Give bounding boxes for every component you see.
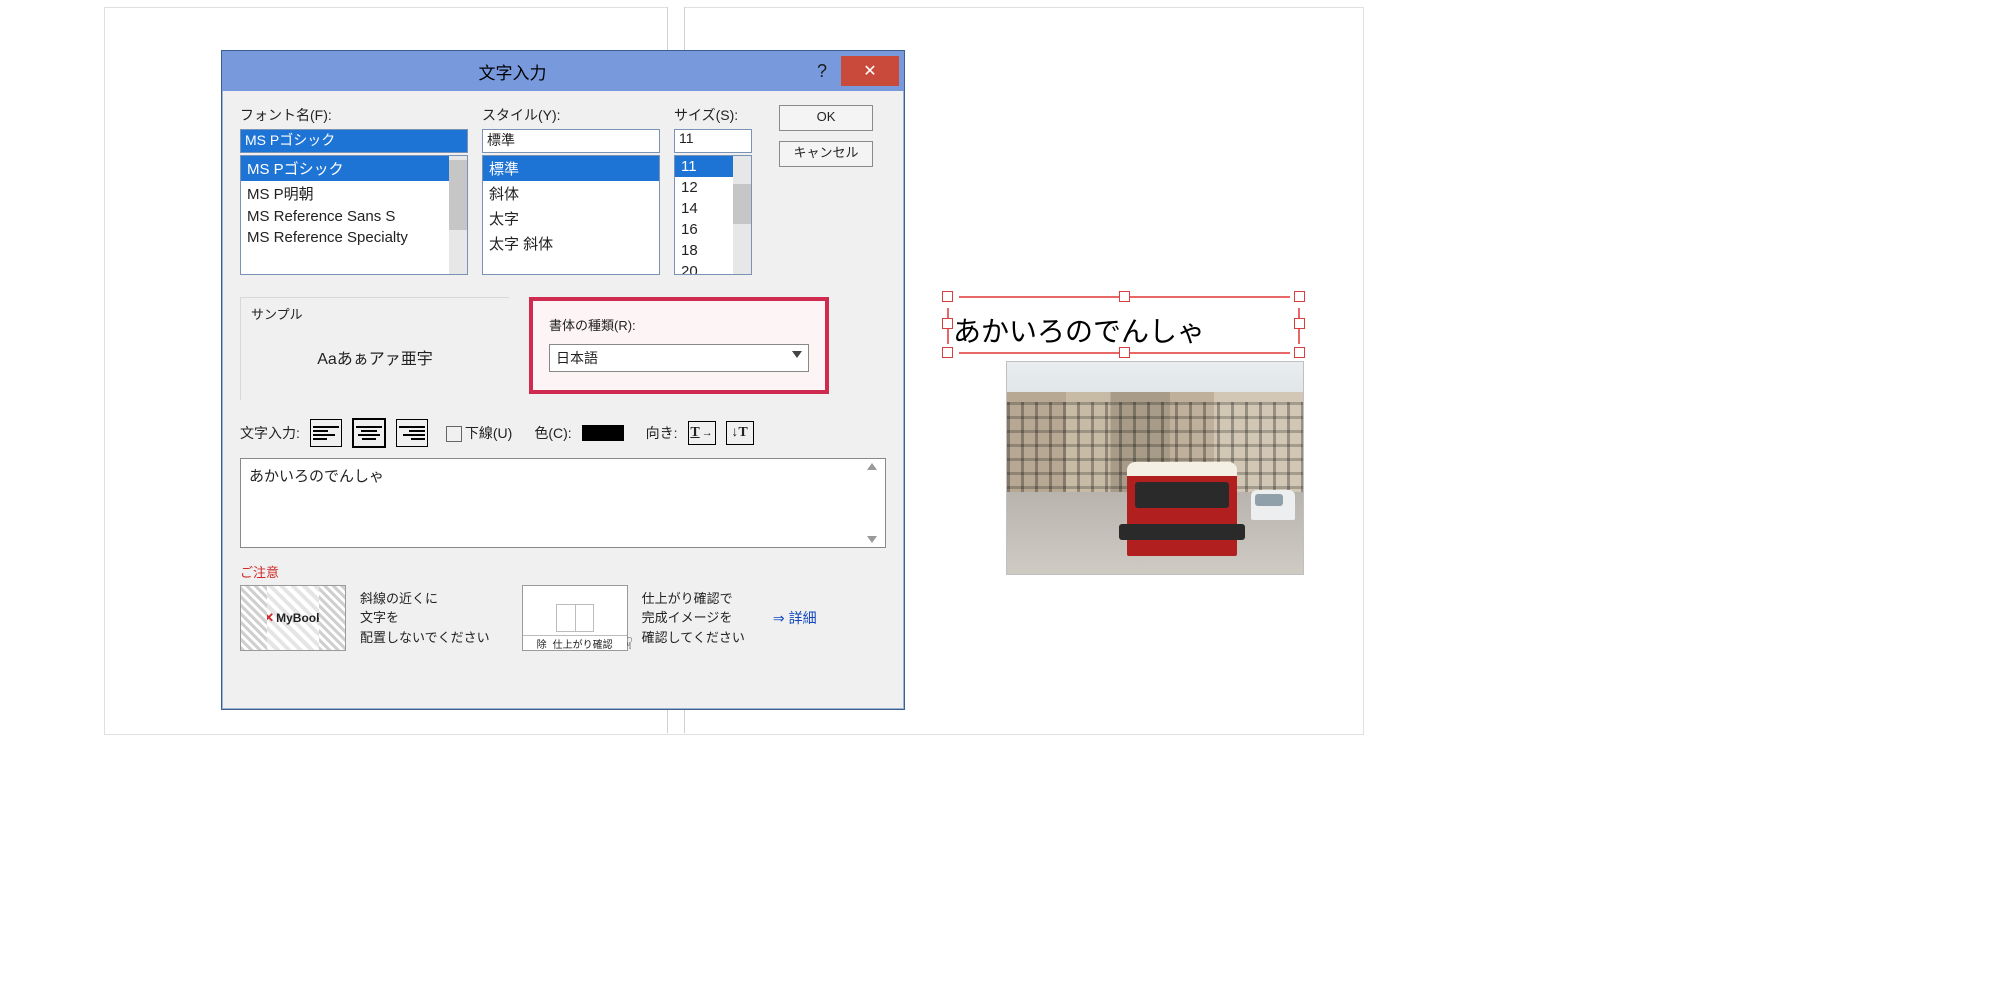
list-item[interactable]: 太字 [483, 206, 659, 231]
textarea-scroll[interactable] [867, 463, 883, 543]
scrollbar-thumb[interactable] [733, 184, 751, 224]
text-input-label: 文字入力: [240, 423, 300, 443]
detail-link[interactable]: ⇒詳細 [773, 608, 817, 628]
resize-handle[interactable] [1119, 291, 1130, 302]
size-label: サイズ(S): [674, 105, 752, 125]
list-item[interactable]: MS Reference Specialty [241, 227, 467, 248]
list-item[interactable]: MS Pゴシック [241, 156, 467, 181]
align-left-button[interactable] [310, 419, 342, 447]
orientation-horizontal-button[interactable]: T→ [688, 421, 716, 445]
notice-panel: ご注意 ✕ MyBook 斜線の近くに 文字を 配置しないでください ☟ 除仕上… [240, 562, 886, 651]
text-input-dialog: 文字入力 ? ✕ フォント名(F): MS Pゴシック MS Pゴシック MS … [221, 50, 905, 710]
notice-thumb-text: MyBook [276, 611, 323, 625]
script-type-value: 日本語 [556, 348, 598, 368]
script-type-dropdown[interactable]: 日本語 [549, 344, 809, 372]
notice-text: 仕上がり確認で 完成イメージを 確認してください [642, 589, 745, 648]
canvas-text-object[interactable]: あかいろのでんしゃ [945, 305, 1320, 354]
resize-handle[interactable] [942, 347, 953, 358]
font-listbox[interactable]: MS Pゴシック MS P明朝 MS Reference Sans S MS R… [240, 155, 468, 275]
resize-handle[interactable] [1119, 347, 1130, 358]
tram-graphic [1127, 462, 1237, 556]
align-center-button[interactable] [352, 418, 386, 448]
chevron-down-icon [792, 351, 802, 358]
ok-button[interactable]: OK [779, 105, 873, 131]
list-item[interactable]: 太字 斜体 [483, 231, 659, 256]
arrow-right-icon: ⇒ [773, 610, 785, 626]
color-swatch[interactable] [582, 425, 624, 441]
font-label: フォント名(F): [240, 105, 468, 125]
cancel-button[interactable]: キャンセル [779, 141, 873, 167]
orientation-vertical-button[interactable]: ↓T [726, 421, 754, 445]
resize-handle[interactable] [942, 291, 953, 302]
direction-label: 向き: [646, 423, 678, 443]
script-type-label: 書体の種類(R): [549, 315, 809, 334]
style-input[interactable]: 標準 [482, 129, 660, 153]
list-item[interactable]: 斜体 [483, 181, 659, 206]
scrollbar-thumb[interactable] [449, 160, 467, 230]
resize-handle[interactable] [1294, 291, 1305, 302]
titlebar[interactable]: 文字入力 ? ✕ [222, 51, 904, 91]
notice-thumb-preview: ☟ 除仕上がり確認 [522, 585, 628, 651]
size-input[interactable]: 11 [674, 129, 752, 153]
scroll-down-icon[interactable] [867, 536, 877, 543]
text-input-area[interactable]: あかいろのでんしゃ [240, 458, 886, 548]
color-label: 色(C): [534, 423, 571, 443]
resize-handle[interactable] [942, 318, 953, 329]
notice-thumb-mybook: ✕ MyBook [240, 585, 346, 651]
style-listbox[interactable]: 標準 斜体 太字 太字 斜体 [482, 155, 660, 275]
text-toolbar: 文字入力: 下線(U) 色(C): 向き: T→ ↓T [240, 418, 886, 448]
sample-panel: サンプル Aaあぁアァ亜宇 [240, 297, 509, 400]
notice-text: 斜線の近くに 文字を 配置しないでください [360, 589, 490, 648]
list-item[interactable]: 標準 [483, 156, 659, 181]
help-button[interactable]: ? [803, 61, 841, 82]
underline-checkbox[interactable]: 下線(U) [446, 423, 512, 443]
car-graphic [1251, 490, 1295, 520]
close-button[interactable]: ✕ [841, 56, 899, 86]
canvas-image[interactable] [1006, 361, 1304, 575]
text-input-value: あかいろのでんしゃ [249, 468, 384, 485]
book-icon [556, 604, 594, 632]
list-item[interactable]: MS P明朝 [241, 181, 467, 206]
resize-handle[interactable] [1294, 347, 1305, 358]
resize-handle[interactable] [1294, 318, 1305, 329]
sample-text: Aaあぁアァ亜宇 [251, 345, 499, 369]
align-right-button[interactable] [396, 419, 428, 447]
sample-label: サンプル [251, 304, 499, 323]
dialog-title: 文字入力 [222, 59, 803, 84]
notice-title: ご注意 [240, 562, 886, 581]
list-item[interactable]: MS Reference Sans S [241, 206, 467, 227]
scroll-up-icon[interactable] [867, 463, 877, 470]
style-label: スタイル(Y): [482, 105, 660, 125]
font-name-input[interactable]: MS Pゴシック [240, 129, 468, 153]
size-listbox[interactable]: 11 12 14 16 18 20 22 [674, 155, 752, 275]
script-type-panel: 書体の種類(R): 日本語 [529, 297, 829, 394]
